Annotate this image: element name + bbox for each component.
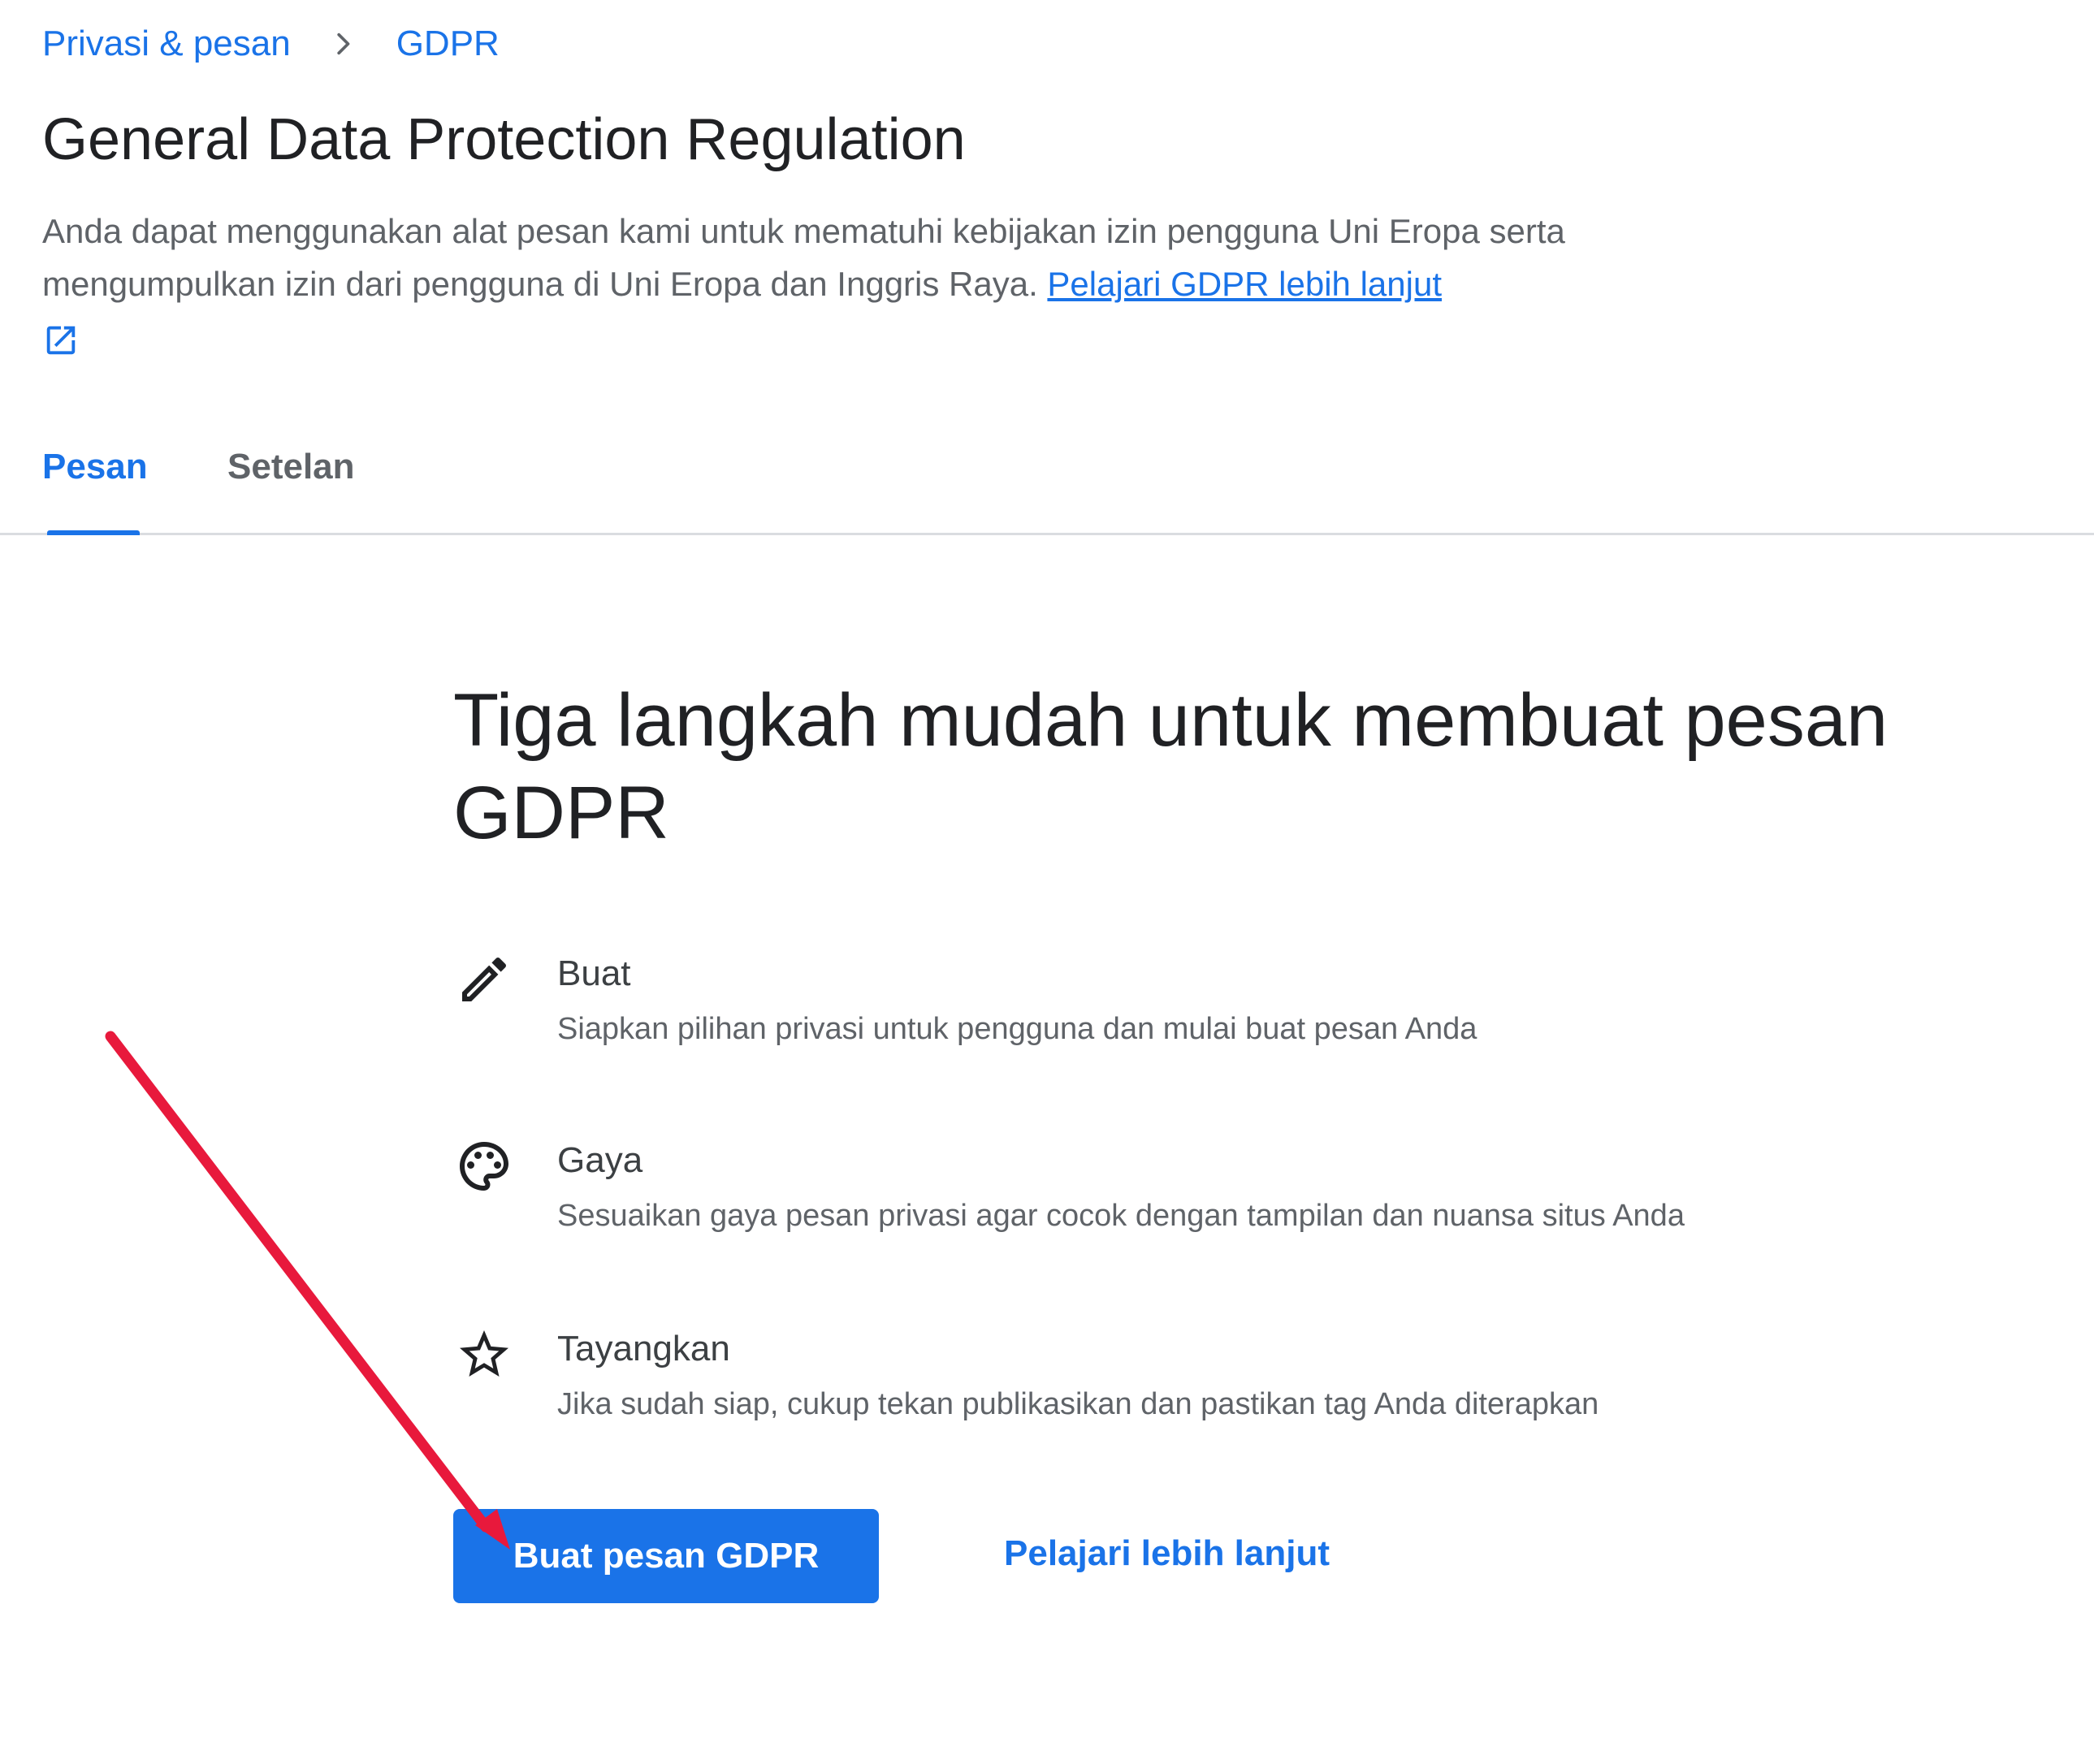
pencil-icon bbox=[455, 950, 513, 1009]
create-gdpr-message-button[interactable]: Buat pesan GDPR bbox=[453, 1509, 879, 1603]
chevron-right-icon bbox=[323, 24, 362, 63]
star-icon bbox=[455, 1325, 513, 1384]
step-description: Jika sudah siap, cukup tekan publikasika… bbox=[557, 1387, 1599, 1421]
tab-bar: Pesan Setelan bbox=[0, 422, 2094, 535]
breadcrumb-item-gdpr[interactable]: GDPR bbox=[396, 24, 500, 64]
step-gaya: Gaya Sesuaikan gaya pesan privasi agar c… bbox=[455, 1137, 1998, 1251]
step-title: Gaya bbox=[557, 1140, 643, 1180]
step-title: Tayangkan bbox=[557, 1329, 730, 1368]
breadcrumb: Privasi & pesan GDPR bbox=[42, 18, 500, 70]
step-description: Sesuaikan gaya pesan privasi agar cocok … bbox=[557, 1199, 1685, 1233]
page-description: Anda dapat menggunakan alat pesan kami u… bbox=[42, 205, 1699, 363]
learn-more-link[interactable]: Pelajari lebih lanjut bbox=[1004, 1533, 1330, 1574]
open-in-new-icon[interactable] bbox=[42, 321, 80, 358]
tab-setelan[interactable]: Setelan bbox=[227, 447, 355, 487]
breadcrumb-item-privasi-pesan[interactable]: Privasi & pesan bbox=[42, 24, 291, 64]
step-buat: Buat Siapkan pilihan privasi untuk pengg… bbox=[455, 950, 1998, 1064]
tab-pesan[interactable]: Pesan bbox=[42, 447, 148, 487]
learn-gdpr-link[interactable]: Pelajari GDPR lebih lanjut bbox=[1047, 265, 1442, 303]
page-title: General Data Protection Regulation bbox=[42, 107, 966, 172]
step-description: Siapkan pilihan privasi untuk pengguna d… bbox=[557, 1012, 1477, 1046]
palette-icon bbox=[455, 1137, 513, 1195]
step-tayangkan: Tayangkan Jika sudah siap, cukup tekan p… bbox=[455, 1325, 1998, 1439]
steps-heading: Tiga langkah mudah untuk membuat pesan G… bbox=[453, 679, 1888, 854]
step-title: Buat bbox=[557, 953, 631, 993]
active-tab-indicator bbox=[47, 530, 140, 535]
